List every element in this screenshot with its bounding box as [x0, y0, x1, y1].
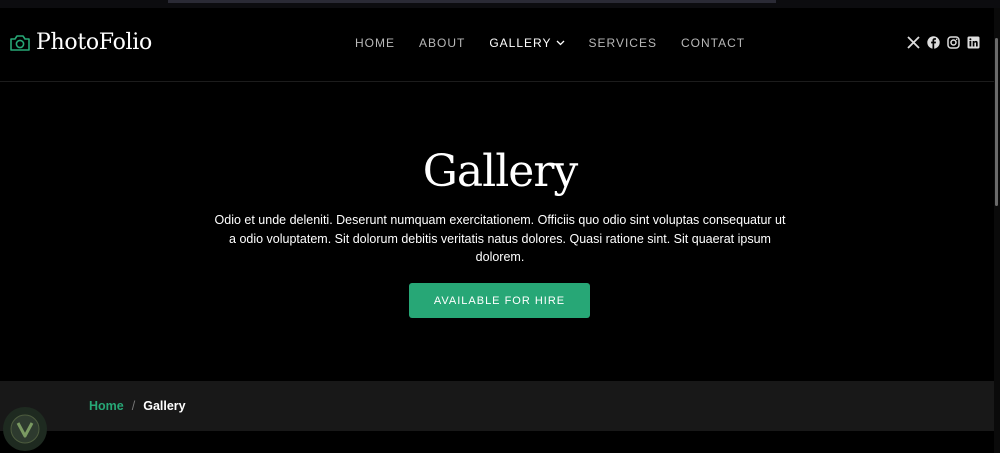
breadcrumb-separator: / — [131, 399, 136, 413]
top-bar — [168, 0, 776, 3]
nav-gallery[interactable]: GALLERY — [489, 36, 564, 50]
hero-description: Odio et unde deleniti. Deserunt numquam … — [214, 213, 786, 264]
nav-services-label: SERVICES — [588, 36, 657, 50]
breadcrumb-list: Home / Gallery — [89, 399, 186, 413]
scrollbar-thumb[interactable] — [995, 38, 998, 206]
nav-contact[interactable]: CONTACT — [681, 36, 745, 50]
social-links — [907, 36, 980, 49]
logo[interactable]: PhotoFolio — [9, 30, 152, 55]
nav-services[interactable]: SERVICES — [589, 36, 657, 50]
camera-icon — [9, 34, 31, 52]
nav-gallery-label: GALLERY — [489, 36, 552, 50]
browser-top-strip — [0, 0, 1000, 8]
breadcrumb-home-link[interactable]: Home — [89, 399, 124, 413]
nav-about[interactable]: ABOUT — [419, 36, 465, 50]
floating-badge[interactable] — [3, 407, 47, 451]
breadcrumb: Home / Gallery — [0, 381, 1000, 431]
linkedin-icon[interactable] — [967, 36, 980, 49]
page-title: Gallery — [422, 146, 578, 197]
instagram-icon[interactable] — [947, 36, 960, 49]
logo-text: PhotoFolio — [36, 30, 152, 55]
hero-section: Gallery Odio et unde deleniti. Deserunt … — [0, 82, 1000, 380]
nav-contact-label: CONTACT — [680, 36, 746, 50]
main-nav: HOME ABOUT GALLERY SERVICES CONTACT — [355, 36, 769, 50]
scrollbar[interactable] — [994, 8, 1000, 453]
site-header: PhotoFolio HOME ABOUT GALLERY SERVICES C… — [0, 8, 1000, 82]
breadcrumb-current: Gallery — [143, 399, 186, 413]
chevron-down-icon — [556, 40, 565, 46]
available-for-hire-button[interactable]: AVAILABLE FOR HIRE — [409, 283, 590, 318]
nav-about-label: ABOUT — [419, 36, 466, 50]
content-area — [0, 431, 1000, 453]
x-icon[interactable] — [907, 36, 920, 49]
facebook-icon[interactable] — [927, 36, 940, 49]
nav-home[interactable]: HOME — [355, 36, 395, 50]
nav-home-label: HOME — [355, 36, 395, 50]
shield-icon — [10, 414, 40, 444]
